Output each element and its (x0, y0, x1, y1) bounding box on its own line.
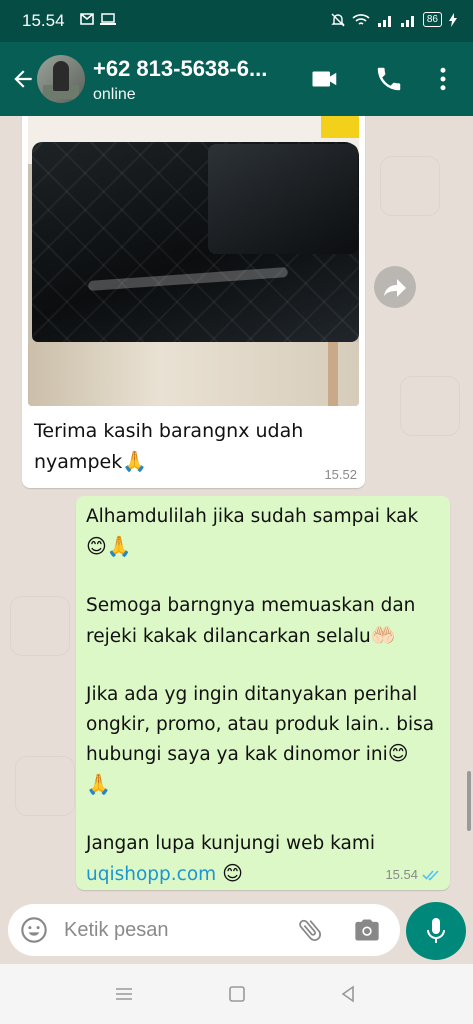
message-time: 15.52 (324, 467, 357, 482)
message-line: Jangan lupa kunjungi web kami (86, 833, 375, 854)
message-composer (8, 904, 400, 956)
pray-emoji: 🙏 (122, 449, 148, 473)
message-line: Alhamdulilah jika sudah sampai kak (86, 506, 419, 527)
wifi-icon (352, 13, 370, 25)
home-nav-icon[interactable] (227, 984, 247, 1004)
charging-icon (449, 12, 457, 27)
wallpaper-doodle (10, 596, 70, 656)
signal-icon (400, 15, 414, 27)
message-text: Alhamdulilah jika sudah sampai kak 😊🙏 Sem… (86, 502, 442, 889)
gmail-icon (80, 13, 94, 25)
outgoing-message[interactable]: Alhamdulilah jika sudah sampai kak 😊🙏 Sem… (76, 496, 450, 890)
laptop-icon (100, 13, 116, 25)
wallpaper-doodle (15, 756, 75, 816)
message-time: 15.54 (385, 867, 418, 882)
message-meta: 15.54 (385, 867, 442, 882)
scrollbar[interactable] (467, 771, 471, 831)
smile-pray-emoji: 😊🙏 (86, 533, 132, 558)
forward-icon (384, 279, 406, 297)
camera-icon[interactable] (352, 916, 382, 944)
status-time: 15.54 (22, 11, 65, 30)
photo-floor (28, 342, 359, 406)
incoming-message[interactable]: Terima kasih barangnx udah nyampek🙏 15.5… (22, 116, 365, 488)
avatar[interactable] (37, 55, 85, 103)
message-caption: Terima kasih barangnx udah nyampek🙏 (34, 416, 354, 477)
smile-emoji: 😊 (222, 860, 243, 885)
signal-icon (377, 15, 391, 27)
forward-button[interactable] (374, 266, 416, 308)
web-link[interactable]: uqishopp.com (86, 864, 216, 885)
chat-area[interactable]: Terima kasih barangnx udah nyampek🙏 15.5… (0, 116, 473, 898)
wallpaper-doodle (380, 156, 440, 216)
caption-line: Terima kasih barangnx udah (34, 420, 304, 442)
mic-icon (427, 918, 445, 943)
video-call-icon[interactable] (310, 64, 340, 94)
message-photo[interactable] (28, 116, 359, 406)
back-nav-icon[interactable] (338, 984, 358, 1004)
menu-nav-icon[interactable] (114, 984, 134, 1004)
input-bar (0, 898, 473, 964)
photo-floor-stripe (328, 342, 338, 406)
photo-yellow-object (321, 116, 359, 138)
photo-pouch (208, 144, 358, 254)
contact-name[interactable]: +62 813-5638-6... (93, 56, 267, 82)
navigation-bar (0, 964, 473, 1024)
pray-emoji: 🙏 (86, 771, 111, 796)
mic-button[interactable] (406, 902, 466, 960)
smile-emoji: 😊 (387, 741, 409, 765)
palms-up-emoji: 🤲🏻 (370, 622, 396, 647)
attach-icon[interactable] (296, 916, 324, 944)
emoji-icon[interactable] (20, 916, 48, 944)
chat-header: +62 813-5638-6... online (0, 42, 473, 116)
read-ticks-icon (422, 869, 439, 881)
back-arrow-icon[interactable] (10, 66, 36, 92)
wallpaper-doodle (400, 376, 460, 436)
contact-status: online (93, 86, 136, 103)
status-bar: 15.54 86 (0, 0, 473, 42)
voice-call-icon[interactable] (374, 64, 404, 94)
message-line: Semoga barngnya memuaskan dan rejeki kak… (86, 595, 416, 647)
message-line: Jika ada yg ingin ditanyakan perihal ong… (86, 684, 435, 765)
avatar-figure (53, 61, 69, 91)
mute-icon (331, 13, 345, 26)
message-input[interactable] (64, 916, 284, 944)
battery-icon: 86 (422, 12, 442, 27)
more-options-icon[interactable] (428, 64, 458, 94)
caption-line: nyampek (34, 451, 123, 473)
